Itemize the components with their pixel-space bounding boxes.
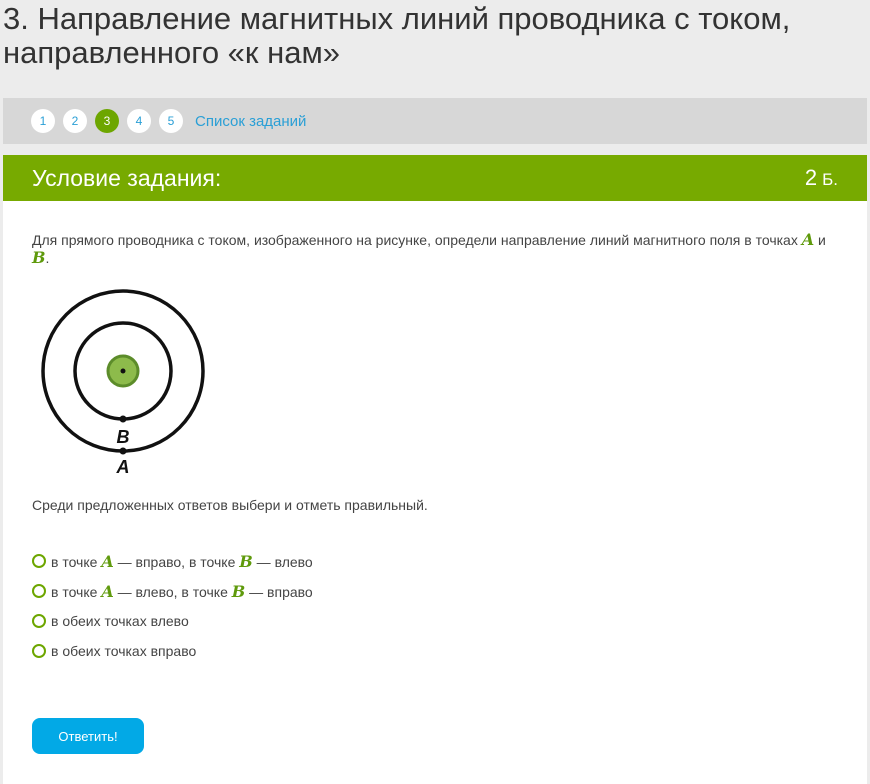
task-points: 2 Б.	[805, 165, 838, 191]
instruction-text: Среди предложенных ответов выбери и отме…	[32, 497, 428, 513]
answer-option-3[interactable]: в обеих точках влево	[32, 606, 313, 636]
var-a: A	[801, 230, 815, 249]
task-navigation: 1 2 3 4 5 Список заданий	[3, 98, 867, 144]
answer-option-2[interactable]: в точке A — влево, в точке B — вправо	[32, 576, 313, 606]
radio-button[interactable]	[32, 614, 46, 628]
problem-text-end: .	[45, 250, 50, 266]
point-a-marker	[119, 447, 127, 455]
option-text: — вправо	[245, 583, 313, 600]
problem-text-start: Для прямого проводника с током, изображе…	[32, 232, 802, 248]
radio-button[interactable]	[32, 584, 46, 598]
option-text: в точке	[51, 553, 102, 570]
task-number-list: 1 2 3 4 5 Список заданий	[31, 109, 306, 133]
var-b: B	[32, 248, 46, 267]
var-a: A	[101, 551, 114, 571]
magnetic-field-diagram: B A	[41, 289, 205, 477]
task-5-button[interactable]: 5	[159, 109, 183, 133]
problem-text-conj: и	[814, 232, 826, 248]
option-text: — влево	[252, 553, 313, 570]
point-b-marker	[119, 415, 127, 423]
option-text: в точке	[51, 583, 102, 600]
option-label: в точке A — влево, в точке B — вправо	[51, 582, 313, 601]
task-2-button[interactable]: 2	[63, 109, 87, 133]
var-a: A	[101, 581, 114, 601]
submit-answer-button[interactable]: Ответить!	[32, 718, 144, 754]
task-list-link[interactable]: Список заданий	[195, 113, 306, 130]
answer-option-1[interactable]: в точке A — вправо, в точке B — влево	[32, 546, 313, 576]
radio-button[interactable]	[32, 644, 46, 658]
option-text: — влево, в точке	[113, 583, 232, 600]
answer-option-4[interactable]: в обеих точках вправо	[32, 636, 313, 666]
radio-button[interactable]	[32, 554, 46, 568]
option-label: в обеих точках влево	[51, 613, 189, 629]
task-1-button[interactable]: 1	[31, 109, 55, 133]
task-card: Условие задания: 2 Б. Для прямого проводн…	[3, 155, 867, 784]
point-b-label: B	[117, 427, 130, 447]
page-title: 3. Направление магнитных линий проводник…	[3, 1, 791, 70]
option-text: — вправо, в точке	[113, 553, 240, 570]
var-b: B	[231, 581, 246, 601]
answer-options: в точке A — вправо, в точке B — влево в …	[32, 546, 313, 666]
task-3-button-current[interactable]: 3	[95, 109, 119, 133]
point-a-label: A	[116, 457, 130, 477]
option-label: в обеих точках вправо	[51, 643, 197, 659]
problem-text: Для прямого проводника с током, изображе…	[32, 231, 842, 267]
current-dot-icon	[120, 368, 126, 374]
points-value: 2	[804, 165, 818, 190]
option-label: в точке A — вправо, в точке B — влево	[51, 552, 313, 571]
task-card-header: Условие задания: 2 Б.	[3, 155, 867, 201]
task-condition-title: Условие задания:	[32, 164, 222, 191]
task-4-button[interactable]: 4	[127, 109, 151, 133]
points-unit: Б.	[822, 170, 838, 189]
var-b: B	[239, 551, 253, 571]
